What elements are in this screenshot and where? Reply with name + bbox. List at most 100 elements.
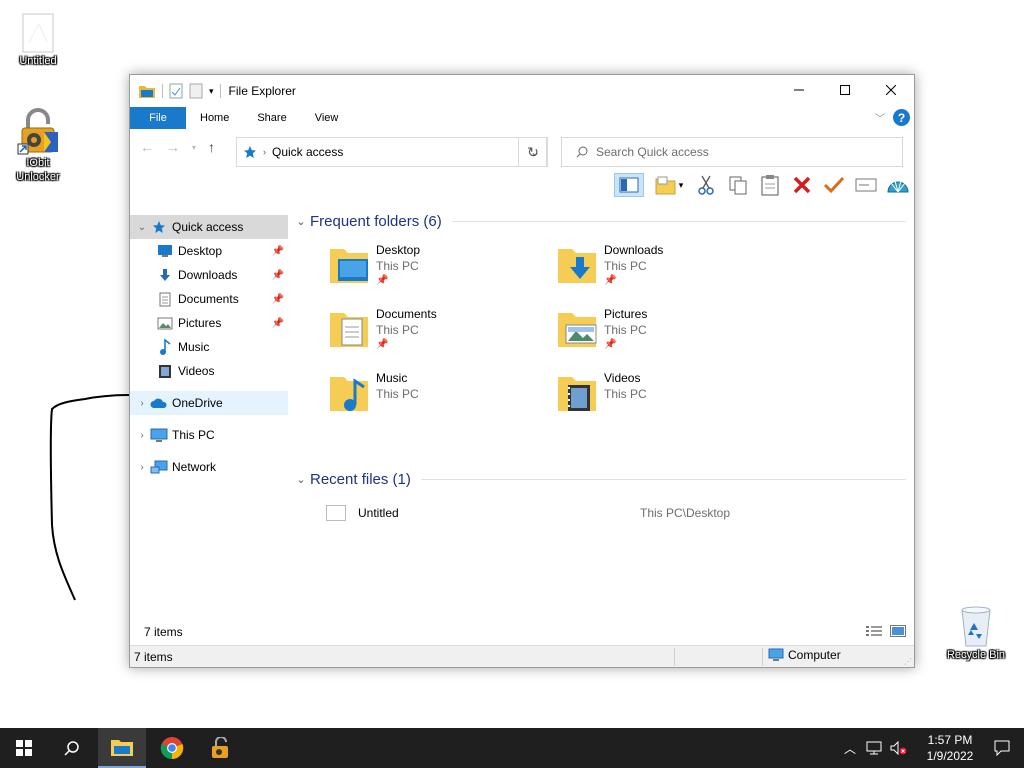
customize-qat-chevron-icon[interactable]: ▾ bbox=[209, 86, 214, 97]
folder-name: Downloads bbox=[604, 243, 664, 257]
sidebar-item-pictures[interactable]: Pictures 📌 bbox=[130, 311, 288, 335]
collapsed-chevron-icon[interactable]: › bbox=[134, 430, 150, 441]
section-collapse-chevron-icon[interactable]: ⌄ bbox=[292, 473, 310, 486]
desktop-icon-label: Recycle Bin bbox=[946, 649, 1006, 661]
large-icons-view-icon[interactable] bbox=[890, 625, 906, 637]
properties-icon[interactable] bbox=[169, 83, 183, 99]
sidebar-item-videos[interactable]: Videos bbox=[130, 359, 288, 383]
pin-icon[interactable]: 📌 bbox=[272, 318, 284, 329]
recycle-bin-icon bbox=[961, 606, 991, 647]
desktop-icon-recycle-bin[interactable]: Recycle Bin bbox=[938, 602, 1014, 662]
desktop-icon-label: Untitled bbox=[19, 55, 57, 67]
address-bar[interactable]: › Quick access ⌄ bbox=[236, 137, 547, 167]
pin-icon: 📌 bbox=[376, 339, 389, 350]
clipboard-icon bbox=[761, 175, 779, 196]
desktop-icon-untitled[interactable]: Untitled bbox=[0, 12, 76, 68]
taskbar-file-explorer[interactable] bbox=[98, 728, 146, 768]
tab-home[interactable]: Home bbox=[186, 107, 243, 129]
copy-icon bbox=[729, 176, 747, 195]
recent-file-row[interactable]: Untitled This PC\Desktop bbox=[292, 501, 914, 527]
paste-button[interactable] bbox=[758, 173, 782, 197]
search-input[interactable]: Search Quick access bbox=[561, 137, 903, 167]
folder-name: Pictures bbox=[604, 307, 648, 321]
desktop-icon-iobit-unlocker[interactable]: IObit Unlocker bbox=[0, 108, 76, 184]
folder-tile-downloads[interactable]: Downloads This PC 📌 bbox=[520, 241, 740, 301]
shell-button[interactable] bbox=[886, 173, 910, 197]
rename-button[interactable] bbox=[854, 173, 878, 197]
new-folder-button[interactable]: ▾ bbox=[652, 173, 686, 197]
folder-location: This PC bbox=[604, 259, 647, 273]
collapsed-chevron-icon[interactable]: › bbox=[134, 398, 150, 409]
copy-button[interactable] bbox=[726, 173, 750, 197]
taskbar-iobit-unlocker[interactable] bbox=[196, 728, 244, 768]
sidebar-item-network[interactable]: › Network bbox=[130, 455, 288, 479]
folder-tile-music[interactable]: Music This PC bbox=[292, 369, 512, 429]
check-button[interactable] bbox=[822, 173, 846, 197]
up-arrow-icon[interactable]: ↑ bbox=[208, 139, 215, 155]
collapsed-chevron-icon[interactable]: › bbox=[134, 462, 150, 473]
start-button[interactable] bbox=[0, 728, 48, 768]
expand-ribbon-chevron-icon[interactable]: ﹀ bbox=[875, 110, 885, 125]
expanded-chevron-icon[interactable]: ⌄ bbox=[134, 222, 150, 233]
tab-view[interactable]: View bbox=[301, 107, 353, 129]
minimize-button[interactable] bbox=[776, 75, 822, 105]
pin-icon[interactable]: 📌 bbox=[272, 246, 284, 257]
action-center-button[interactable] bbox=[980, 740, 1024, 756]
scissors-icon bbox=[698, 175, 714, 195]
resize-grip-icon[interactable]: ⋰ bbox=[904, 657, 912, 666]
folder-name: Music bbox=[376, 371, 408, 385]
folder-tile-documents[interactable]: Documents This PC 📌 bbox=[292, 305, 512, 365]
section-divider bbox=[451, 220, 906, 222]
sidebar-item-this-pc[interactable]: › This PC bbox=[130, 423, 288, 447]
iobit-unlocker-icon bbox=[17, 108, 58, 155]
help-button[interactable]: ? bbox=[893, 109, 910, 126]
recent-locations-chevron-icon[interactable]: ▾ bbox=[192, 143, 196, 152]
sidebar-item-downloads[interactable]: Downloads 📌 bbox=[130, 263, 288, 287]
taskbar-chrome[interactable] bbox=[148, 728, 196, 768]
pin-icon[interactable]: 📌 bbox=[272, 270, 284, 281]
delete-button[interactable] bbox=[790, 173, 814, 197]
show-hidden-icons-chevron-icon[interactable]: ︿ bbox=[844, 740, 856, 757]
folder-tile-pictures[interactable]: Pictures This PC 📌 bbox=[520, 305, 740, 365]
recent-files-header[interactable]: ⌄ Recent files (1) bbox=[292, 467, 914, 491]
refresh-button[interactable]: ↻ bbox=[518, 137, 548, 167]
preview-pane-button[interactable] bbox=[614, 173, 644, 197]
sidebar-item-label: Network bbox=[172, 460, 217, 474]
minimize-icon bbox=[794, 89, 804, 91]
status-bar: 7 items Computer ⋰ bbox=[130, 645, 914, 667]
details-view-icon[interactable] bbox=[866, 625, 882, 637]
sidebar-item-music[interactable]: Music bbox=[130, 335, 288, 359]
network-icon[interactable] bbox=[866, 741, 882, 755]
explorer-folder-icon[interactable] bbox=[138, 83, 156, 99]
title-bar: ▾ File Explorer bbox=[130, 75, 914, 107]
sidebar-item-label: Quick access bbox=[172, 220, 244, 234]
maximize-button[interactable] bbox=[822, 75, 868, 105]
folder-location: This PC bbox=[604, 387, 647, 401]
folder-tile-videos[interactable]: Videos This PC bbox=[520, 369, 740, 429]
sidebar-item-documents[interactable]: Documents 📌 bbox=[130, 287, 288, 311]
forward-arrow-icon[interactable]: → bbox=[166, 139, 180, 155]
clock[interactable]: 1:57 PM 1/9/2022 bbox=[920, 732, 980, 764]
system-tray: ︿ 1:57 PM 1/9/2022 bbox=[844, 728, 1024, 768]
pin-icon[interactable]: 📌 bbox=[272, 294, 284, 305]
tab-share[interactable]: Share bbox=[243, 107, 300, 129]
pin-icon: 📌 bbox=[604, 339, 617, 350]
new-folder-icon[interactable] bbox=[189, 83, 203, 99]
file-explorer-icon bbox=[111, 740, 133, 756]
videos-folder-icon bbox=[558, 377, 596, 411]
sidebar-item-desktop[interactable]: Desktop 📌 bbox=[130, 239, 288, 263]
frequent-folders-header[interactable]: ⌄ Frequent folders (6) bbox=[292, 209, 914, 233]
folder-location: This PC bbox=[376, 259, 419, 273]
search-button[interactable] bbox=[48, 728, 96, 768]
close-button[interactable] bbox=[868, 75, 914, 105]
tab-file[interactable]: File bbox=[130, 107, 186, 129]
cut-button[interactable] bbox=[694, 173, 718, 197]
back-arrow-icon[interactable]: ← bbox=[140, 139, 154, 155]
section-title: Recent files (1) bbox=[310, 470, 411, 488]
sidebar-item-onedrive[interactable]: › OneDrive bbox=[130, 391, 288, 415]
shell-icon bbox=[887, 180, 909, 193]
sidebar-item-quick-access[interactable]: ⌄ Quick access bbox=[130, 215, 288, 239]
folder-tile-desktop[interactable]: Desktop This PC 📌 bbox=[292, 241, 512, 301]
section-collapse-chevron-icon[interactable]: ⌄ bbox=[292, 215, 310, 228]
volume-muted-icon[interactable] bbox=[890, 741, 908, 755]
